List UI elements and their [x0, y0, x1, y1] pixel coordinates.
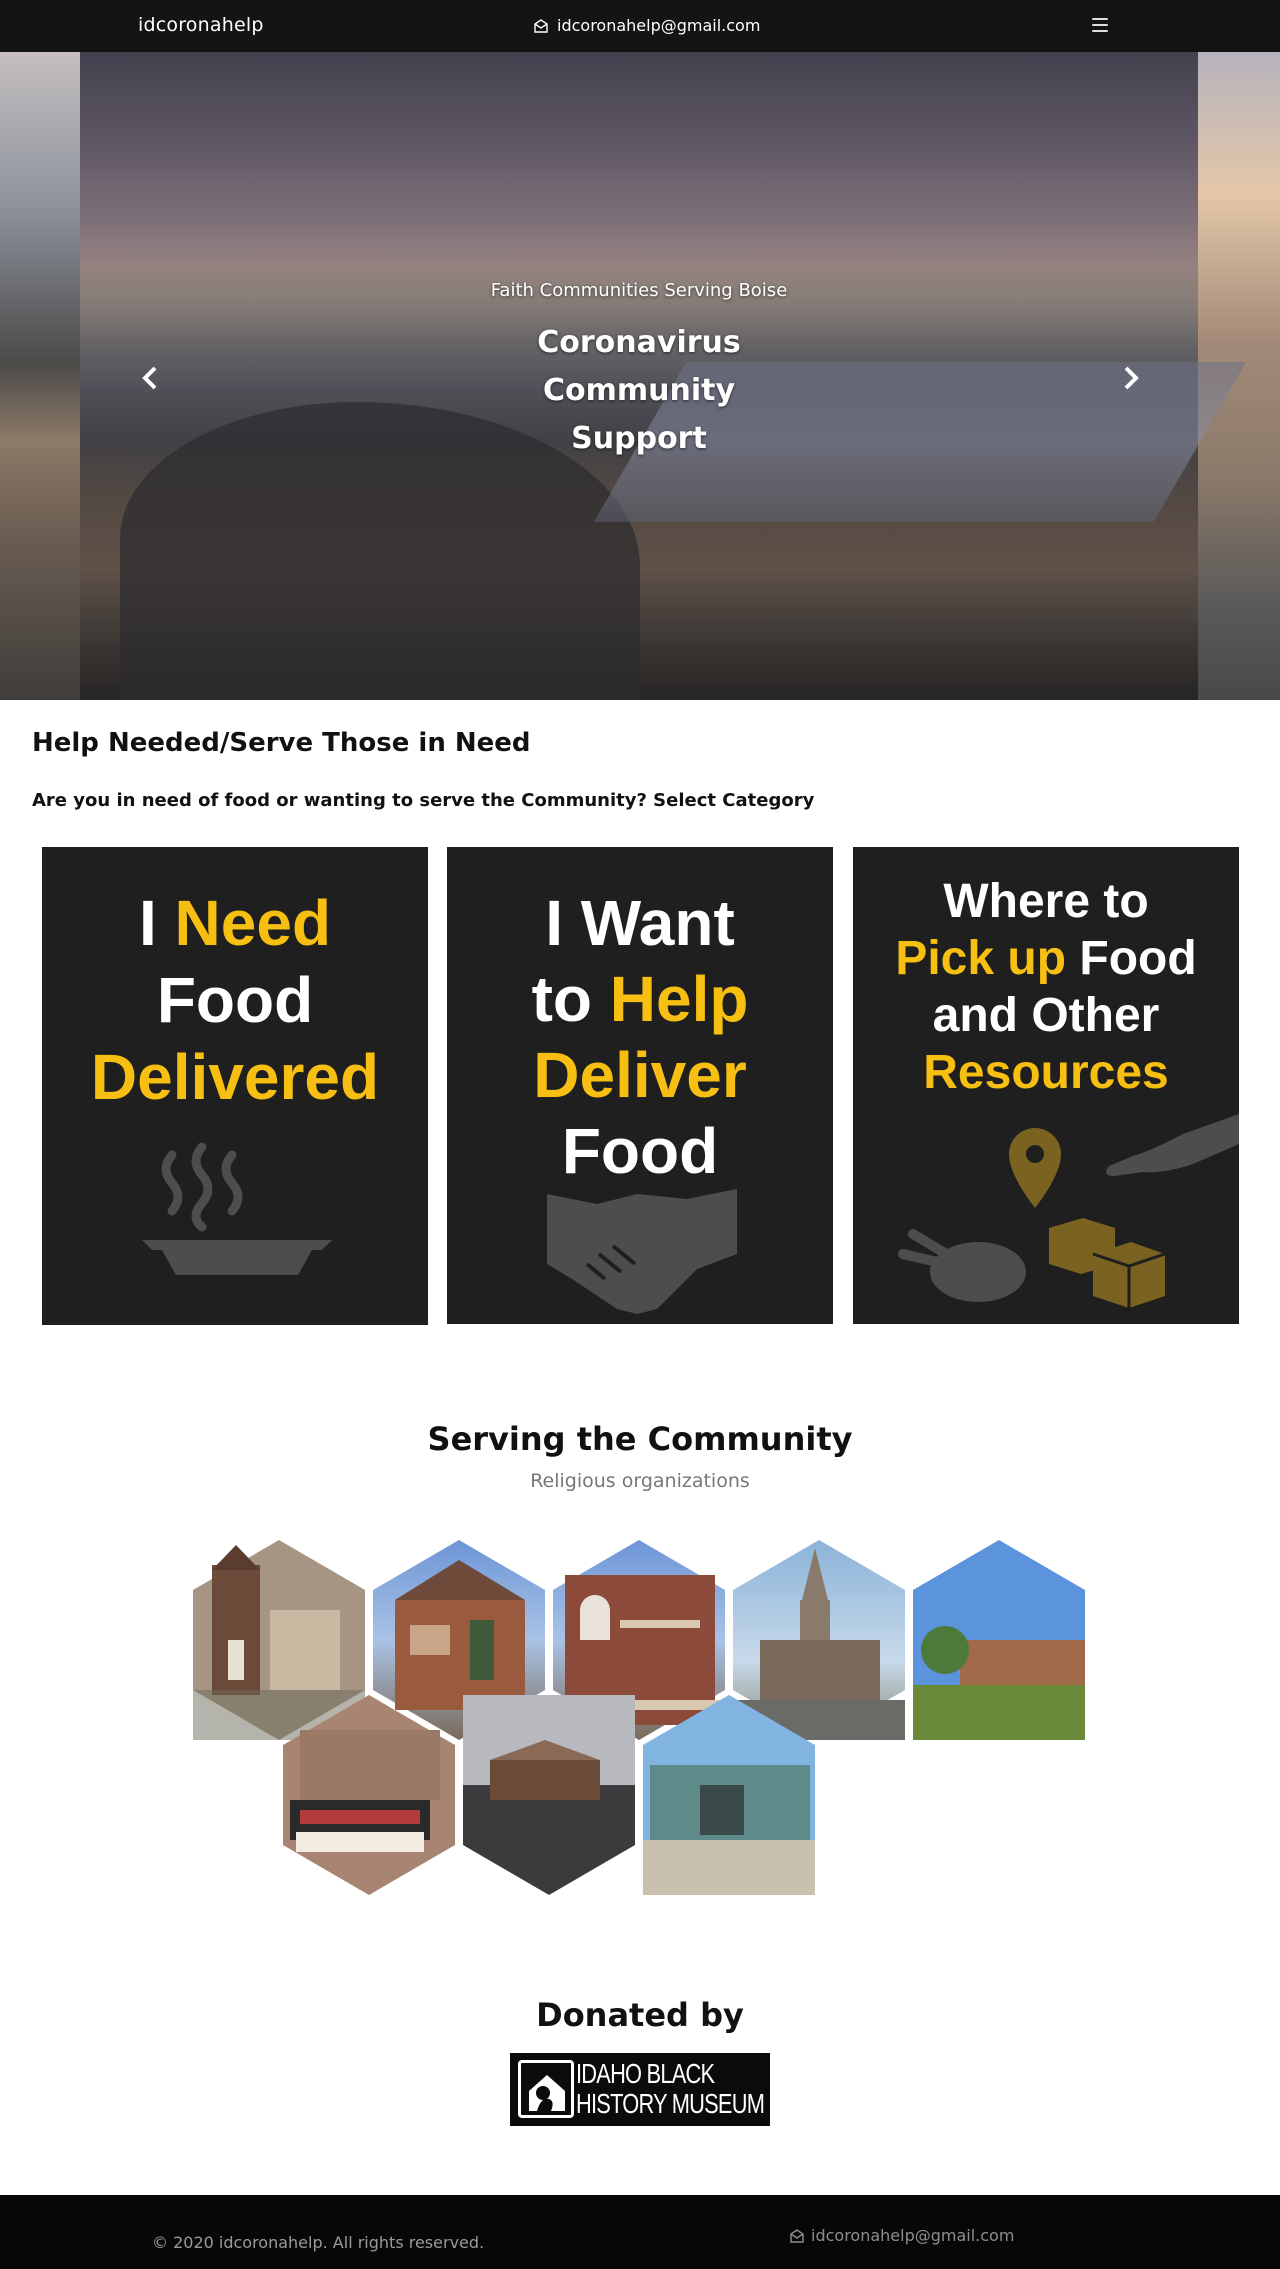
card-want-help-deliver[interactable]: I Want to Help Deliver Food [447, 847, 833, 1324]
brand-link[interactable]: idcoronahelp [138, 14, 264, 36]
hero-carousel: Faith Communities Serving Boise Coronavi… [0, 52, 1280, 700]
serving-section-subtitle: Religious organizations [530, 1470, 750, 1492]
envelope-icon [790, 2228, 804, 2243]
help-section-subtitle: Are you in need of food or wanting to se… [32, 790, 815, 811]
donor-logo[interactable]: IDAHO BLACK HISTORY MUSEUM [510, 2053, 770, 2126]
handshake-icon [547, 1189, 737, 1314]
hamburger-icon[interactable] [1092, 18, 1108, 32]
copyright-text: © 2020 idcoronahelp. All rights reserved… [152, 2233, 485, 2252]
card-need-text: I Need Food Delivered [90, 887, 380, 1113]
footer-email-link[interactable]: idcoronahelp@gmail.com [789, 2226, 1014, 2245]
church-hex-7[interactable] [463, 1695, 635, 1895]
hero-title: Coronavirus Community Support [537, 325, 741, 456]
church-hex-1[interactable] [193, 1540, 365, 1740]
carousel-prev-slide-peek [0, 52, 80, 700]
nav-email-link[interactable]: idcoronahelp@gmail.com [533, 16, 760, 35]
hero-caption: Faith Communities Serving Boise Coronavi… [80, 280, 1198, 463]
chevron-left-icon[interactable] [130, 358, 170, 398]
carousel-active-slide: Faith Communities Serving Boise Coronavi… [80, 52, 1247, 700]
footer: © 2020 idcoronahelp. All rights reserved… [0, 2195, 1280, 2269]
church-hex-4[interactable] [733, 1540, 905, 1740]
card-need-food-delivered[interactable]: I Need Food Delivered [42, 847, 428, 1325]
navbar: idcoronahelp idcoronahelp@gmail.com [0, 0, 1280, 52]
nav-email-text: idcoronahelp@gmail.com [557, 16, 761, 35]
donor-logo-text: IDAHO BLACK HISTORY MUSEUM [576, 2058, 765, 2119]
footer-email-text: idcoronahelp@gmail.com [811, 2226, 1015, 2245]
serving-section-title: Serving the Community [427, 1420, 853, 1458]
pickup-resources-icon [898, 1114, 1239, 1308]
steaming-dish-icon [142, 1142, 332, 1275]
chevron-right-icon[interactable] [1111, 358, 1151, 398]
hero-subtitle: Faith Communities Serving Boise [490, 280, 788, 301]
card-help-text: I Want to Help Deliver Food [531, 887, 749, 1187]
envelope-icon [534, 18, 548, 33]
church-hex-5[interactable] [913, 1540, 1085, 1740]
card-pickup-text: Where to Pick up Food and Other Resource… [895, 875, 1197, 1099]
help-section-title: Help Needed/Serve Those in Need [32, 728, 531, 758]
donated-section-title: Donated by [536, 1996, 744, 2034]
card-pickup-food-resources[interactable]: Where to Pick up Food and Other Resource… [853, 847, 1239, 1324]
museum-house-icon [518, 2060, 574, 2118]
